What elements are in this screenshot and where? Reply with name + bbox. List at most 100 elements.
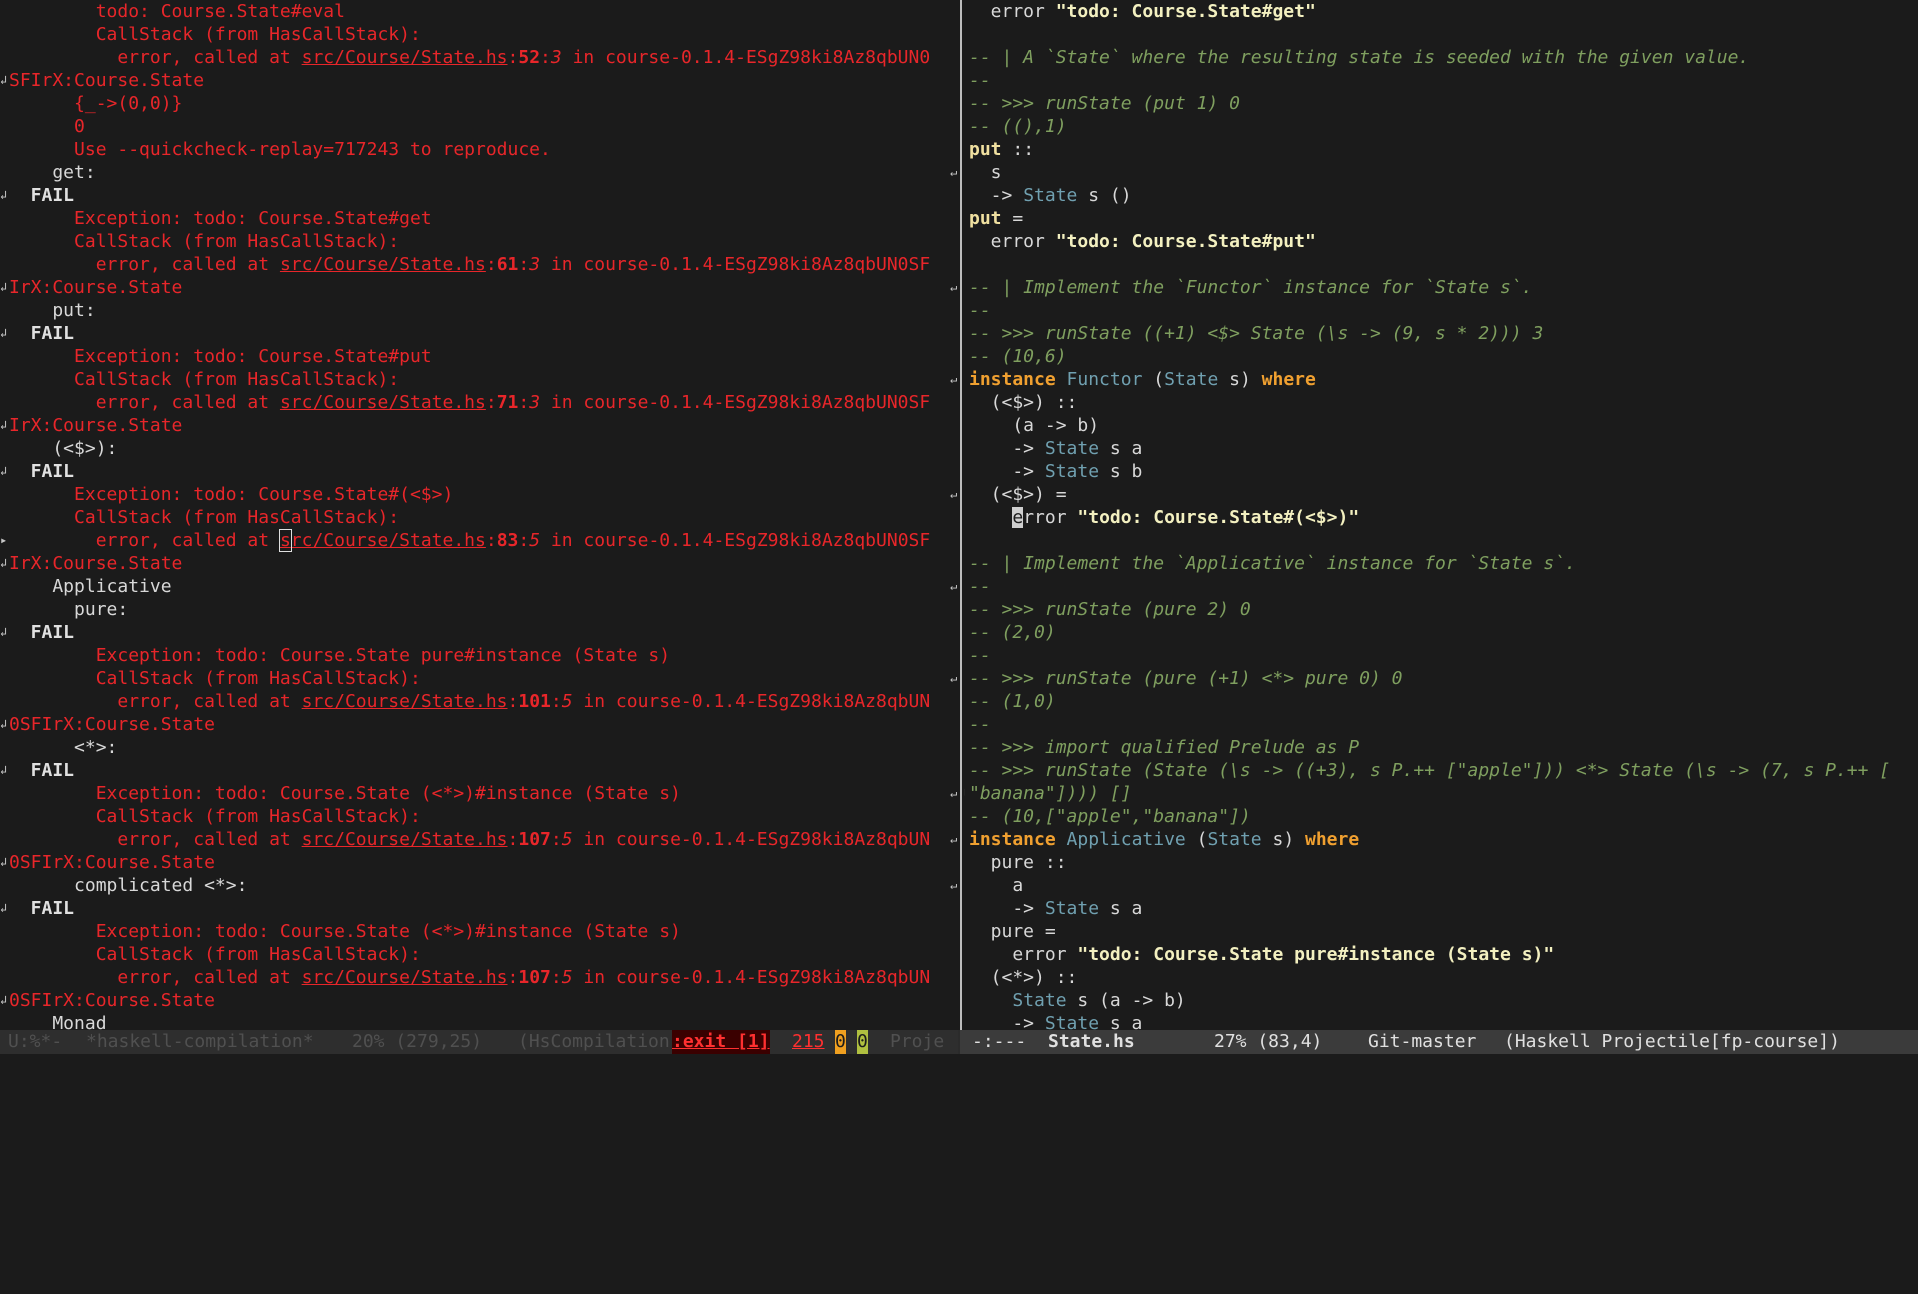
major-mode[interactable]: (Haskell Projectile[fp-course]) <box>1504 1030 1840 1054</box>
text-line[interactable]: Exception: todo: Course.State#put <box>0 345 958 368</box>
text-line[interactable]: -- | Implement the `Functor` instance fo… <box>964 276 1918 299</box>
text-line[interactable]: State s (a -> b) <box>964 989 1918 1012</box>
text-line[interactable]: (<$>) = <box>964 483 1918 506</box>
text-line[interactable]: ↲ 0SFIrX:Course.State <box>0 851 958 874</box>
text-line[interactable]: CallStack (from HasCallStack): ↵ <box>0 667 958 690</box>
text-line[interactable]: error "todo: Course.State pure#instance … <box>964 943 1918 966</box>
text-line[interactable]: (<*>) :: <box>964 966 1918 989</box>
text-line[interactable]: -- <box>964 713 1918 736</box>
file-link[interactable]: src/Course/State.hs <box>302 691 508 712</box>
text-line[interactable]: -- (2,0) <box>964 621 1918 644</box>
text-line[interactable]: put :: <box>964 138 1918 161</box>
text-line[interactable]: -- >>> runState (pure 2) 0 <box>964 598 1918 621</box>
text-line[interactable]: Exception: todo: Course.State#get <box>0 207 958 230</box>
text-line[interactable]: -> State s () <box>964 184 1918 207</box>
info-badge[interactable]: 0 <box>857 1030 868 1054</box>
text-line[interactable]: ↲ SFIrX:Course.State <box>0 69 958 92</box>
text-line[interactable]: ▸ error, called at src/Course/State.hs:8… <box>0 529 958 552</box>
text-line[interactable]: -- >>> runState (put 1) 0 <box>964 92 1918 115</box>
text-line[interactable]: Applicative ↵ <box>0 575 958 598</box>
error-count[interactable]: 215 <box>792 1030 825 1054</box>
text-line[interactable]: ↲ FAIL <box>0 759 958 782</box>
text-line[interactable]: -> State s a <box>964 1012 1918 1030</box>
text-line[interactable]: (a -> b) <box>964 414 1918 437</box>
text-line[interactable]: ↲ IrX:Course.State ↵ <box>0 276 958 299</box>
text-line[interactable]: error, called at src/Course/State.hs:52:… <box>0 46 958 69</box>
text-line[interactable]: -> State s a <box>964 897 1918 920</box>
text-line[interactable]: ↲ FAIL <box>0 184 958 207</box>
text-line[interactable]: ↲ IrX:Course.State <box>0 414 958 437</box>
text-line[interactable]: todo: Course.State#eval <box>0 0 958 23</box>
text-line[interactable]: -- (10,["apple","banana"]) <box>964 805 1918 828</box>
text-line[interactable]: a <box>964 874 1918 897</box>
text-line[interactable]: ↲ FAIL <box>0 621 958 644</box>
mode-line-left[interactable]: U:%*- *haskell-compilation* 20% (279,25)… <box>0 1030 958 1054</box>
file-link[interactable]: src/Course/State.hs <box>280 254 486 275</box>
text-line[interactable]: -- >>> import qualified Prelude as P <box>964 736 1918 759</box>
text-line[interactable]: CallStack (from HasCallStack): <box>0 506 958 529</box>
text-line[interactable]: error "todo: Course.State#(<$>)" <box>964 506 1918 529</box>
text-line[interactable]: complicated <*>: ↵ <box>0 874 958 897</box>
text-line[interactable]: Monad <box>0 1012 958 1030</box>
text-line[interactable]: instance Functor (State s) where <box>964 368 1918 391</box>
text-line[interactable]: s <box>964 161 1918 184</box>
text-line[interactable]: -- >>> runState (State (\s -> ((+3), s P… <box>964 759 1918 782</box>
file-link[interactable]: src/Course/State.hs <box>280 392 486 413</box>
text-line[interactable] <box>964 23 1918 46</box>
text-line[interactable]: Exception: todo: Course.State#(<$>) ↵ <box>0 483 958 506</box>
text-line[interactable]: -> State s b <box>964 460 1918 483</box>
file-link[interactable]: rc/Course/State.hs <box>291 530 486 551</box>
window-divider[interactable] <box>960 0 962 1030</box>
source-editor-pane[interactable]: error "todo: Course.State#get" -- | A `St… <box>964 0 1918 1030</box>
text-line[interactable]: {_->(0,0)} <box>0 92 958 115</box>
text-line[interactable]: ↲ 0SFIrX:Course.State <box>0 713 958 736</box>
text-line[interactable]: CallStack (from HasCallStack): ↵ <box>0 368 958 391</box>
text-line[interactable]: -- | A `State` where the resulting state… <box>964 46 1918 69</box>
text-line[interactable]: pure: <box>0 598 958 621</box>
text-line[interactable]: Exception: todo: Course.State (<*>)#inst… <box>0 920 958 943</box>
text-line[interactable]: CallStack (from HasCallStack): <box>0 230 958 253</box>
text-line[interactable]: ↲"banana"]))) [] <box>964 782 1918 805</box>
text-line[interactable]: put: <box>0 299 958 322</box>
text-line[interactable]: CallStack (from HasCallStack): <box>0 805 958 828</box>
file-link[interactable]: src/Course/State.hs <box>302 47 508 68</box>
file-link[interactable]: s <box>278 529 292 552</box>
exit-status[interactable]: :exit [1] <box>672 1030 770 1054</box>
text-line[interactable]: Exception: todo: Course.State (<*>)#inst… <box>0 782 958 805</box>
buffer-name[interactable]: State.hs <box>1048 1030 1135 1054</box>
file-link[interactable]: src/Course/State.hs <box>302 967 508 988</box>
warning-badge[interactable]: 0 <box>835 1030 846 1054</box>
text-line[interactable]: -- <box>964 299 1918 322</box>
text-line[interactable] <box>964 253 1918 276</box>
text-line[interactable]: -- <box>964 644 1918 667</box>
text-line[interactable]: error, called at src/Course/State.hs:107… <box>0 966 958 989</box>
text-line[interactable]: error "todo: Course.State#get" <box>964 0 1918 23</box>
text-line[interactable]: error "todo: Course.State#put" <box>964 230 1918 253</box>
buffer-name[interactable]: *haskell-compilation* <box>86 1030 314 1054</box>
text-line[interactable]: put = <box>964 207 1918 230</box>
compilation-pane[interactable]: todo: Course.State#eval CallStack (from … <box>0 0 958 1030</box>
text-line[interactable]: ↲ 0SFIrX:Course.State <box>0 989 958 1012</box>
text-line[interactable]: -- (1,0) <box>964 690 1918 713</box>
text-line[interactable]: -- <box>964 69 1918 92</box>
text-line[interactable]: ↲ FAIL <box>0 460 958 483</box>
major-mode[interactable]: (HsCompilation <box>518 1030 670 1054</box>
mode-line-right[interactable]: -:--- State.hs 27% (83,4) Git-master (Ha… <box>960 1030 1918 1054</box>
text-line[interactable] <box>964 529 1918 552</box>
text-line[interactable]: pure = <box>964 920 1918 943</box>
text-line[interactable]: pure :: <box>964 851 1918 874</box>
text-line[interactable]: Use --quickcheck-replay=717243 to reprod… <box>0 138 958 161</box>
text-line[interactable]: -> State s a <box>964 437 1918 460</box>
text-line[interactable]: -- >>> runState ((+1) <$> State (\s -> (… <box>964 322 1918 345</box>
text-line[interactable]: (<$>) :: <box>964 391 1918 414</box>
text-line[interactable]: ↲ IrX:Course.State <box>0 552 958 575</box>
text-line[interactable]: (<$>): <box>0 437 958 460</box>
text-line[interactable]: <*>: <box>0 736 958 759</box>
text-line[interactable]: error, called at src/Course/State.hs:61:… <box>0 253 958 276</box>
text-line[interactable]: get: ↵ <box>0 161 958 184</box>
text-line[interactable]: instance Applicative (State s) where <box>964 828 1918 851</box>
text-line[interactable]: CallStack (from HasCallStack): <box>0 23 958 46</box>
text-line[interactable]: error, called at src/Course/State.hs:71:… <box>0 391 958 414</box>
text-line[interactable]: error, called at src/Course/State.hs:101… <box>0 690 958 713</box>
file-link[interactable]: src/Course/State.hs <box>302 829 508 850</box>
